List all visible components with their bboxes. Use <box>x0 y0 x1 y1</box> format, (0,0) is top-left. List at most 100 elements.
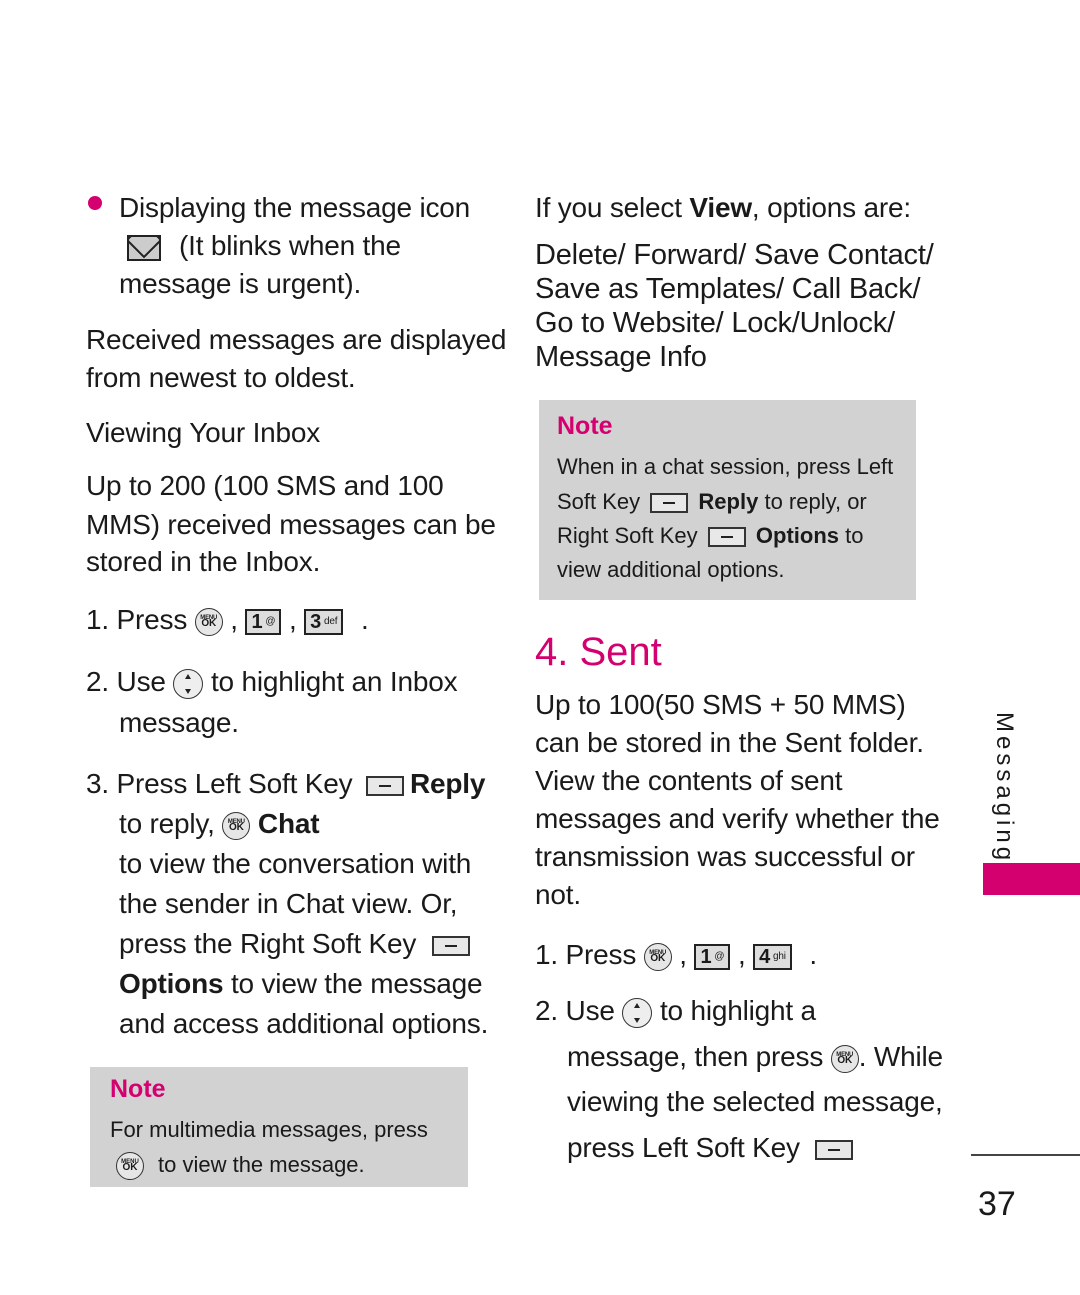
sent-step-1: 1. Press MENU OK , 1 @ , 4 ghi . <box>535 939 817 971</box>
step-text: press the Right Soft Key <box>119 928 417 959</box>
page-number-rule <box>971 1154 1080 1156</box>
navigation-key-icon <box>622 997 653 1028</box>
note-text: to reply, or <box>764 489 867 514</box>
inbox-step-3-line-7: and access additional options. <box>119 1008 489 1039</box>
inbox-step-3-line-5: press the Right Soft Key <box>119 925 470 963</box>
menu-ok-key-icon: MENU OK <box>194 607 223 636</box>
sent-desc-line: transmission was successful or <box>535 841 915 872</box>
menu-ok-key-icon: MENU OK <box>116 1152 144 1181</box>
note-line-1: When in a chat session, press Left <box>557 454 894 479</box>
sent-desc-line: can be stored in the Sent folder. <box>535 727 924 758</box>
step-text: Use <box>565 995 615 1026</box>
side-tab-marker <box>983 863 1080 895</box>
inbox-step-2-line-2: message. <box>119 707 239 738</box>
note-text: Right Soft Key <box>557 523 698 548</box>
note-box-chat: Note When in a chat session, press Left … <box>539 400 916 600</box>
step-text: Press Left Soft Key <box>116 768 353 799</box>
step-number: 2. <box>535 995 558 1026</box>
menu-ok-key-icon: MENU OK <box>830 1044 859 1073</box>
right-soft-key-icon <box>707 527 746 548</box>
note-line-2: MENU OK to view the message. <box>116 1148 365 1182</box>
reply-label: Reply <box>698 489 759 514</box>
key-3-icon: 3 def <box>304 608 344 635</box>
step-number: 3. <box>86 768 109 799</box>
step-text: to highlight a <box>659 995 816 1026</box>
view-intro: If you select View, options are: <box>535 189 911 227</box>
sent-desc-line: View the contents of sent <box>535 765 843 796</box>
inbox-step-3-line-6: Options to view the message <box>119 965 483 1003</box>
key-4-icon: 4 ghi <box>753 943 792 970</box>
key-1-icon: 1 @ <box>694 943 731 970</box>
right-soft-key-icon <box>431 935 470 956</box>
sent-step-2: 2. Use to highlight a <box>535 992 816 1030</box>
options-label: Options <box>119 968 224 999</box>
inbox-step-3-line-2: to reply, MENU OK Chat <box>119 805 320 843</box>
view-options-line: Delete/ Forward/ Save Contact/ <box>535 239 934 271</box>
bullet-line-1: Displaying the message icon <box>119 192 471 223</box>
note-box-multimedia: Note For multimedia messages, press MENU… <box>90 1067 468 1187</box>
bullet-dot <box>88 196 102 210</box>
step-number: 1. <box>86 604 109 635</box>
view-options: Delete/ Forward/ Save Contact/ Save as T… <box>535 238 934 374</box>
view-options-line: Go to Website/ Lock/Unlock/ <box>535 307 895 339</box>
step-text: message, then press <box>567 1041 824 1072</box>
view-label: View <box>689 192 752 223</box>
left-soft-key-icon <box>366 775 405 796</box>
left-soft-key-icon <box>650 493 689 514</box>
section-title-sent: 4. Sent <box>535 630 662 674</box>
note-line-1: For multimedia messages, press <box>110 1117 428 1142</box>
options-label: Options <box>755 523 839 548</box>
step-text: Press <box>116 604 188 635</box>
side-tab-label: Messaging <box>991 712 1018 865</box>
navigation-key-icon <box>173 668 204 699</box>
key-1-icon: 1 @ <box>245 608 282 635</box>
view-intro-text: , options are: <box>751 192 911 223</box>
sent-step-2-line-4: press Left Soft Key <box>567 1129 854 1167</box>
sent-desc: Up to 100(50 SMS + 50 MMS) can be stored… <box>535 686 940 914</box>
bullet-line-3: message is urgent). <box>119 268 362 299</box>
note-title: Note <box>557 412 613 440</box>
capacity-line-2: MMS) received messages can be <box>86 509 496 540</box>
chat-label: Chat <box>257 808 320 839</box>
sent-step-2-line-2: message, then press MENU OK. While <box>567 1038 943 1076</box>
menu-ok-key-icon: MENU OK <box>222 811 251 840</box>
step-text: Press <box>565 939 637 970</box>
note-line-3: Right Soft Key Options to <box>557 519 863 553</box>
received-line-2: from newest to oldest. <box>86 362 356 393</box>
sent-desc-line: not. <box>535 879 581 910</box>
step-text: to highlight an Inbox <box>210 666 458 697</box>
inbox-step-3: 3. Press Left Soft Key Reply <box>86 765 485 803</box>
note-line-2: Soft Key Reply to reply, or <box>557 485 867 519</box>
note-text: to view the message. <box>158 1152 365 1177</box>
sent-step-2-line-3: viewing the selected message, <box>567 1086 943 1117</box>
inbox-step-3-line-3: to view the conversation with <box>119 848 472 879</box>
sent-desc-line: messages and verify whether the <box>535 803 940 834</box>
note-title: Note <box>110 1075 166 1103</box>
inbox-step-3-line-4: the sender in Chat view. Or, <box>119 888 458 919</box>
step-text: press Left Soft Key <box>567 1132 800 1163</box>
step-text: . While <box>858 1041 943 1072</box>
step-text: Use <box>116 666 166 697</box>
step-number: 2. <box>86 666 109 697</box>
capacity-line-3: stored in the Inbox. <box>86 546 321 577</box>
view-options-line: Save as Templates/ Call Back/ <box>535 273 921 305</box>
inbox-step-2: 2. Use to highlight an Inbox <box>86 663 458 701</box>
step-text: to reply, <box>119 808 215 839</box>
menu-ok-key-icon: MENU OK <box>643 942 672 971</box>
bullet-line-2: (It blinks when the <box>119 227 401 265</box>
view-options-line: Message Info <box>535 341 707 373</box>
section-heading-viewing-inbox: Viewing Your Inbox <box>86 417 321 448</box>
view-intro-text: If you select <box>535 192 682 223</box>
received-line-1: Received messages are displayed <box>86 324 507 355</box>
note-text: to <box>845 523 864 548</box>
page-number: 37 <box>978 1185 1016 1223</box>
left-soft-key-icon <box>815 1139 854 1160</box>
inbox-step-1: 1. Press MENU OK , 1 @ , 3 def . <box>86 604 369 636</box>
note-text: Soft Key <box>557 489 641 514</box>
envelope-icon <box>127 234 161 261</box>
step-number: 1. <box>535 939 558 970</box>
bullet-line-2-text: (It blinks when the <box>179 230 401 261</box>
capacity-line-1: Up to 200 (100 SMS and 100 <box>86 470 444 501</box>
sent-desc-line: Up to 100(50 SMS + 50 MMS) <box>535 689 906 720</box>
reply-label: Reply <box>410 768 486 799</box>
